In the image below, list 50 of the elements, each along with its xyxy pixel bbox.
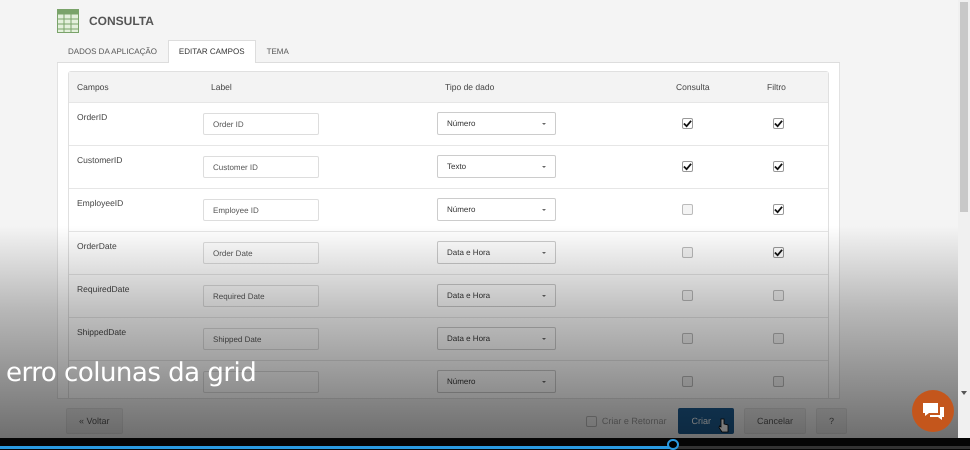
tab[interactable]: EDITAR CAMPOS	[168, 40, 256, 63]
field-name: RequiredDate	[76, 282, 130, 294]
type-dropdown[interactable]: Texto	[437, 155, 556, 178]
checkbox[interactable]	[773, 161, 784, 172]
checkbox[interactable]	[682, 118, 693, 130]
column-header: Label	[210, 82, 233, 92]
checkbox[interactable]	[773, 333, 784, 344]
label-field[interactable]: Order ID	[203, 112, 319, 135]
scrollbar[interactable]	[958, 0, 970, 438]
field-name: CustomerID	[76, 154, 124, 165]
column-header: Campos	[76, 82, 110, 92]
column-header: Consulta	[676, 82, 711, 92]
type-dropdown[interactable]: Data e Hora	[437, 327, 556, 350]
checkbox[interactable]	[773, 290, 784, 302]
checkbox[interactable]	[773, 376, 784, 388]
chat-button[interactable]	[912, 390, 954, 432]
type-dropdown[interactable]: Número	[437, 370, 556, 394]
tab[interactable]: DADOS DA APLICAÇÃO	[57, 40, 168, 62]
column-header: Tipo de dado	[444, 82, 496, 92]
label-field[interactable]: Employee ID	[203, 198, 319, 221]
checkbox[interactable]	[682, 161, 693, 172]
tab[interactable]: TEMA	[256, 40, 300, 62]
hand-cursor-icon	[718, 418, 729, 434]
label-field[interactable]: Required Date	[203, 284, 319, 307]
type-dropdown[interactable]: Número	[437, 198, 556, 222]
type-dropdown[interactable]: Data e Hora	[437, 284, 556, 308]
field-name: EmployeeID	[76, 196, 124, 208]
checkbox[interactable]	[682, 333, 693, 344]
table-icon	[57, 8, 79, 33]
label-field[interactable]: Shipped Date	[203, 328, 319, 350]
checkbox[interactable]	[773, 118, 784, 130]
type-dropdown[interactable]: Data e Hora	[437, 241, 556, 264]
page-title: CONSULTA	[89, 14, 154, 28]
checkbox[interactable]	[773, 204, 784, 216]
type-dropdown[interactable]: Número	[437, 112, 556, 136]
video-caption: erro colunas da grid	[6, 358, 256, 388]
field-name: OrderDate	[76, 240, 118, 251]
create-button[interactable]: Criar	[678, 408, 734, 434]
field-name: ShippedDate	[76, 326, 128, 337]
field-name: OrderID	[76, 110, 108, 122]
column-header: Filtro	[767, 82, 787, 92]
checkbox[interactable]	[773, 247, 784, 258]
label-field[interactable]: Order Date	[203, 242, 319, 264]
checkbox[interactable]	[682, 247, 693, 258]
checkbox[interactable]	[586, 416, 597, 427]
label-field[interactable]: Customer ID	[203, 156, 319, 178]
checkbox[interactable]	[682, 204, 693, 216]
checkbox[interactable]	[682, 290, 693, 302]
checkbox[interactable]	[682, 376, 693, 388]
progress-bar[interactable]	[0, 438, 970, 450]
